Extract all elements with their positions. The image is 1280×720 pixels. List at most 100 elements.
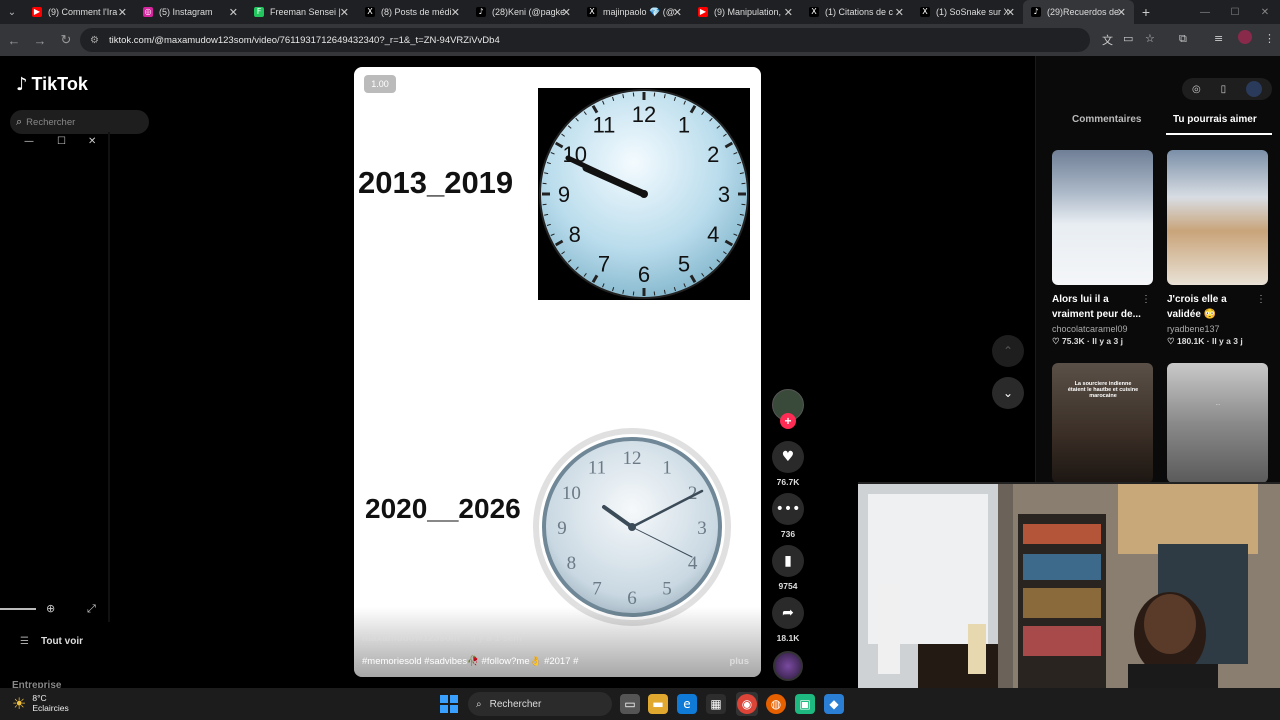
- tab-close-icon[interactable]: ✕: [451, 6, 460, 19]
- suggested-video-card[interactable]: Alors lui il a vraiment peur de... choco…: [1052, 150, 1153, 347]
- forward-icon[interactable]: →: [28, 28, 52, 52]
- store-icon[interactable]: ▦: [706, 694, 726, 714]
- task-view-icon[interactable]: ▭: [620, 694, 640, 714]
- app-blue-icon[interactable]: ◆: [824, 694, 844, 714]
- browser-tab[interactable]: X (1) SoSnake sur X ✕: [912, 0, 1023, 24]
- video-thumbnail[interactable]: [1052, 150, 1153, 285]
- video-caption[interactable]: #memoriesold #sadvibes🥀 #follow?me👌 #201…: [362, 656, 578, 667]
- reload-icon[interactable]: ↻: [54, 28, 78, 52]
- share-button[interactable]: ➦ 18.1K: [772, 597, 804, 643]
- tab-close-icon[interactable]: ✕: [562, 6, 571, 19]
- save-button[interactable]: ▮ 9754: [772, 545, 804, 591]
- tab-close-icon[interactable]: ✕: [895, 6, 904, 19]
- close-window-icon[interactable]: ✕: [1250, 0, 1280, 24]
- expand-icon[interactable]: ⤢: [87, 602, 96, 616]
- playback-speed-badge[interactable]: 1.00: [364, 75, 396, 93]
- tab-close-icon[interactable]: ✕: [1006, 6, 1015, 19]
- close-icon[interactable]: ✕: [88, 136, 96, 147]
- user-avatar[interactable]: [1246, 81, 1263, 97]
- card-title[interactable]: J'crois elle a validée 😳: [1167, 292, 1268, 322]
- like-count: 76.7K: [776, 477, 800, 487]
- video-thumbnail[interactable]: ...: [1167, 363, 1268, 483]
- phone-icon[interactable]: ▯: [1221, 84, 1227, 95]
- weather-widget[interactable]: ☀ 8°C Eclaircies: [12, 693, 69, 713]
- maximize-window-icon[interactable]: ☐: [1220, 0, 1250, 24]
- card-author[interactable]: chocolatcaramel09: [1052, 324, 1153, 334]
- site-info-icon[interactable]: ⚙: [90, 35, 99, 46]
- tiktok-logo[interactable]: ♪ TikTok: [16, 74, 88, 95]
- tab-close-icon[interactable]: ✕: [673, 6, 682, 19]
- comment-button[interactable]: ••• 736: [772, 493, 804, 539]
- tab-title: majinpaolo 💎 (@: [603, 6, 675, 17]
- tab-title: (1) Citations de c: [825, 7, 894, 17]
- search-icon: ⌕: [476, 698, 482, 710]
- x-icon: X: [920, 7, 930, 17]
- video-username[interactable]: maxamudow123som: [362, 633, 460, 644]
- card-author[interactable]: ryadbene137: [1167, 324, 1268, 334]
- search-input[interactable]: ⌕ Rechercher: [10, 110, 149, 134]
- extensions-icon[interactable]: ⧉: [1179, 32, 1187, 46]
- tab-tu-pourrais-aimer[interactable]: Tu pourrais aimer: [1173, 114, 1257, 125]
- minimize-window-icon[interactable]: —: [1190, 0, 1220, 24]
- video-author[interactable]: maxamudow123som Il y a 1 sem: [362, 633, 522, 644]
- video-player[interactable]: 1.00 2013_2019 1 2 3 4 5 6 7 8 9 10 11 12 202: [354, 67, 761, 677]
- more-options-icon[interactable]: ⋮: [1141, 294, 1151, 305]
- tab-commentaires[interactable]: Commentaires: [1072, 114, 1141, 125]
- bookmark-star-icon[interactable]: ☆: [1145, 32, 1155, 45]
- video-thumbnail[interactable]: [1167, 150, 1268, 285]
- address-bar[interactable]: ⚙ tiktok.com/@maxamudow123som/video/7611…: [80, 28, 1090, 52]
- cast-icon[interactable]: ▭: [1123, 32, 1133, 45]
- like-button[interactable]: ♥ 76.7K: [772, 441, 804, 487]
- more-options-icon[interactable]: ⋮: [1256, 294, 1266, 305]
- tab-close-icon[interactable]: ✕: [229, 6, 238, 19]
- card-age: Il y a 3 j: [1211, 336, 1243, 346]
- browser-toolbar: ← → ↻ ⚙ tiktok.com/@maxamudow123som/vide…: [0, 24, 1280, 56]
- previous-video-icon[interactable]: ⌃: [992, 335, 1024, 367]
- maximize-icon[interactable]: ☐: [57, 136, 66, 147]
- suggested-video-card[interactable]: J'crois elle a validée 😳 ryadbene137 ♡ 1…: [1167, 150, 1268, 347]
- bookmark-icon: ▮: [772, 545, 804, 577]
- firefox-icon[interactable]: ◍: [766, 694, 786, 714]
- tab-search-icon[interactable]: ≡: [1214, 32, 1223, 45]
- compass-icon[interactable]: ◎: [1192, 84, 1201, 95]
- windows-taskbar: ☀ 8°C Eclaircies ⌕ Rechercher ▭ ▬ e ▦ ◉ …: [0, 688, 1280, 720]
- browser-tab[interactable]: F Freeman Sensei | ✕: [246, 0, 357, 24]
- minimize-icon[interactable]: —: [24, 136, 34, 147]
- edge-icon[interactable]: e: [677, 694, 697, 714]
- tab-close-icon[interactable]: ✕: [118, 6, 127, 19]
- browser-tab[interactable]: ▶ (9) Comment l'Ira ✕: [24, 0, 135, 24]
- app-green-icon[interactable]: ▣: [795, 694, 815, 714]
- suggested-video-card[interactable]: La sourciere indienne étaient le hautbe …: [1052, 363, 1153, 483]
- video-thumbnail[interactable]: La sourciere indienne étaient le hautbe …: [1052, 363, 1153, 483]
- browser-tab[interactable]: ♪ (29)Recuerdos de ✕: [1023, 0, 1134, 24]
- browser-tab[interactable]: Xmajinpaolo 💎 (@ ✕: [579, 0, 690, 24]
- tab-list-chevron-icon[interactable]: ⌄: [0, 0, 24, 24]
- browser-tab[interactable]: X (8) Posts de médi ✕: [357, 0, 468, 24]
- new-tab-button[interactable]: +: [1134, 0, 1158, 24]
- suggested-video-card[interactable]: ...: [1167, 363, 1268, 483]
- taskbar-search[interactable]: ⌕ Rechercher: [468, 692, 612, 716]
- browser-tab[interactable]: X (1) Citations de c ✕: [801, 0, 912, 24]
- follow-plus-icon[interactable]: +: [780, 413, 796, 429]
- music-disc-icon[interactable]: [773, 651, 803, 681]
- browser-tab[interactable]: ♪ (28)Keni (@pagke ✕: [468, 0, 579, 24]
- clock-numeral: 9: [557, 518, 567, 539]
- tout-voir-link[interactable]: ☰ Tout voir: [20, 636, 83, 647]
- tab-close-icon[interactable]: ✕: [1117, 6, 1126, 19]
- next-video-icon[interactable]: ⌄: [992, 377, 1024, 409]
- chrome-icon[interactable]: ◉: [737, 694, 757, 714]
- back-icon[interactable]: ←: [2, 28, 26, 52]
- zoom-in-icon[interactable]: ⊕: [46, 602, 55, 615]
- tab-close-icon[interactable]: ✕: [784, 6, 793, 19]
- profile-avatar[interactable]: [1238, 30, 1252, 44]
- menu-icon[interactable]: ⋮: [1264, 32, 1275, 45]
- tab-close-icon[interactable]: ✕: [340, 6, 349, 19]
- browser-tab[interactable]: ◎ (5) Instagram ✕: [135, 0, 246, 24]
- translate-icon[interactable]: 文: [1102, 32, 1113, 48]
- caption-more-button[interactable]: plus: [729, 656, 749, 667]
- file-explorer-icon[interactable]: ▬: [648, 694, 668, 714]
- zoom-slider[interactable]: [0, 608, 36, 610]
- card-title[interactable]: Alors lui il a vraiment peur de...: [1052, 292, 1153, 322]
- windows-start-icon[interactable]: [440, 695, 458, 713]
- browser-tab[interactable]: ▶ (9) Manipulation, ✕: [690, 0, 801, 24]
